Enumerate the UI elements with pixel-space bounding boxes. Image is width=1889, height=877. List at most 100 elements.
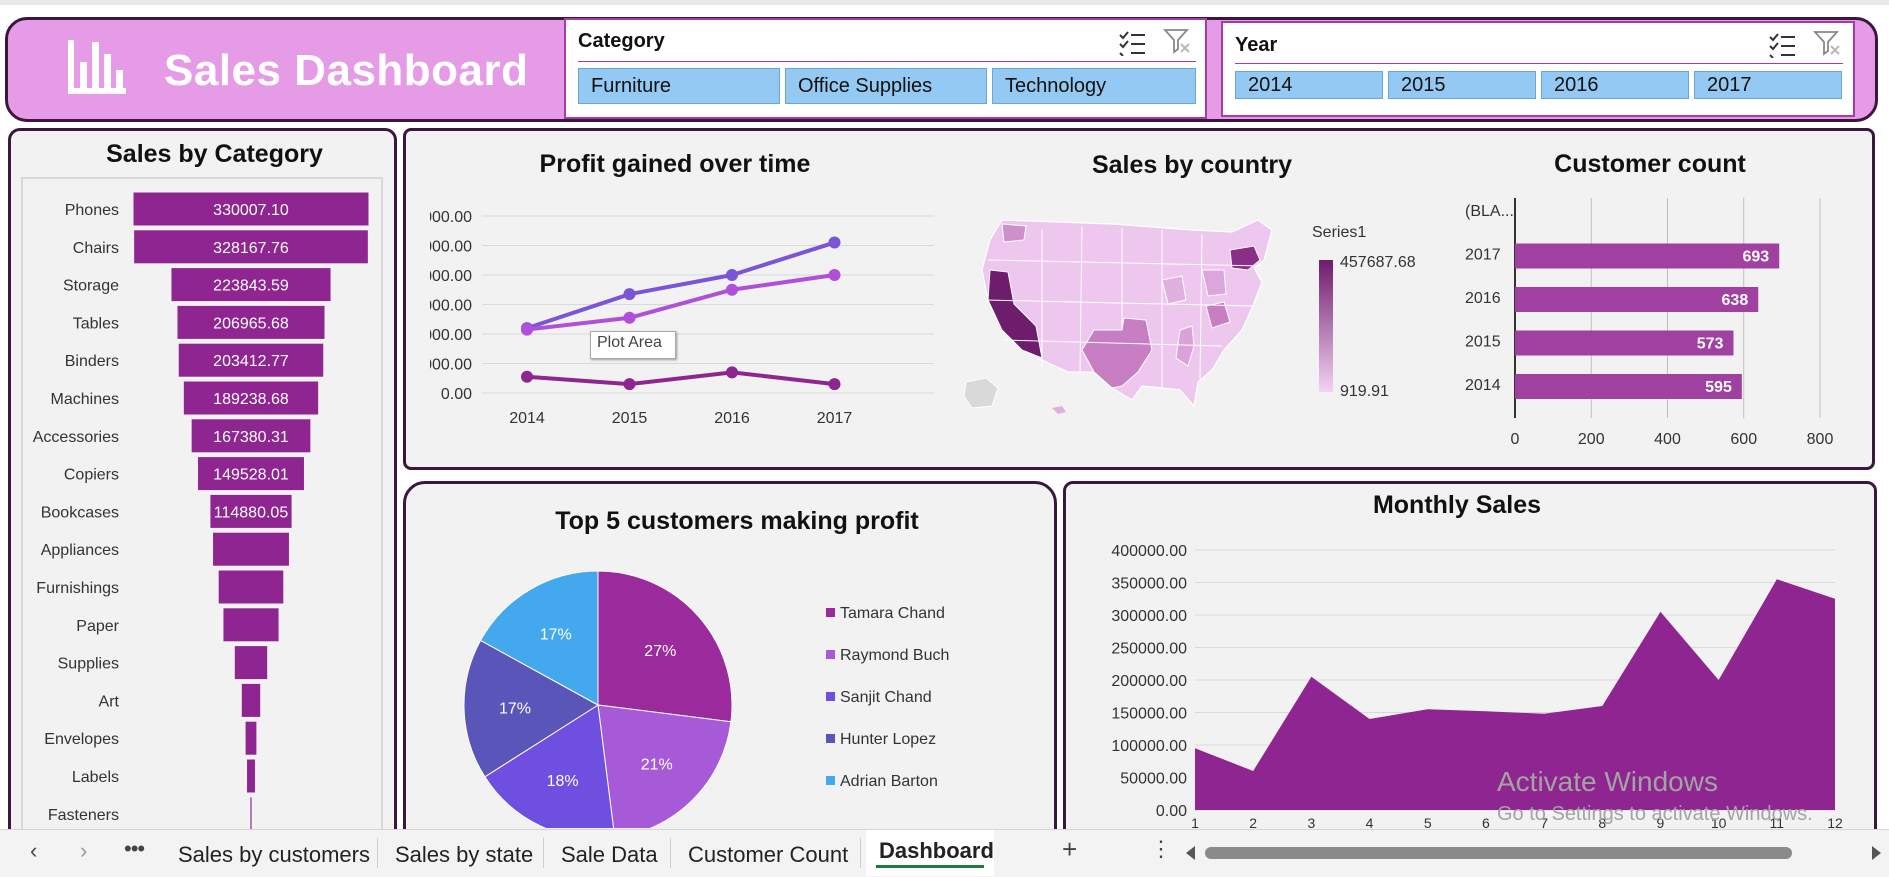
funnel-category-label: Binders xyxy=(65,353,119,370)
tab-customer-count[interactable]: Customer Count xyxy=(688,842,848,868)
tab-sale-data[interactable]: Sale Data xyxy=(561,842,658,868)
pie-legend-swatch xyxy=(826,776,835,785)
category-slicer-title: Category xyxy=(578,30,665,52)
cc-category-label: 2016 xyxy=(1465,290,1501,307)
year-slicer: Year 2014 2015 2016 2017 xyxy=(1221,21,1855,117)
funnel-category-label: Chairs xyxy=(73,240,119,257)
slicer-divider xyxy=(578,61,1196,62)
line-ytick-label: 10000.00 xyxy=(430,357,472,374)
pie-legend-label: Hunter Lopez xyxy=(840,731,936,748)
clear-filter-icon[interactable] xyxy=(1163,28,1191,54)
cc-category-label: 2017 xyxy=(1465,247,1501,264)
line-point xyxy=(726,269,738,281)
pie-legend-swatch xyxy=(826,608,835,617)
tab-dashboard[interactable]: Dashboard xyxy=(879,838,994,864)
funnel-value-label: 114880.05 xyxy=(214,504,289,521)
line-xtick-label: 2015 xyxy=(612,410,648,427)
area-xtick-label: 6 xyxy=(1482,815,1490,830)
slicer-item-office-supplies[interactable]: Office Supplies xyxy=(785,68,987,104)
area-xtick-label: 1 xyxy=(1191,815,1199,830)
scroll-right-icon[interactable]: › xyxy=(80,838,87,864)
slicer-item-2015[interactable]: 2015 xyxy=(1388,71,1536,99)
slicer-item-2014[interactable]: 2014 xyxy=(1235,71,1383,99)
tab-sales-by-customers[interactable]: Sales by customers xyxy=(178,842,370,868)
year-slicer-title: Year xyxy=(1235,34,1278,56)
area-ytick-label: 0.00 xyxy=(1156,803,1187,820)
tab-separator xyxy=(860,838,861,868)
map-legend-min: 919.91 xyxy=(1340,383,1389,400)
line-ytick-label: 50000.00 xyxy=(430,239,472,256)
cc-value-label: 573 xyxy=(1697,336,1724,353)
slicer-item-2017[interactable]: 2017 xyxy=(1694,71,1842,99)
funnel-category-label: Envelopes xyxy=(44,731,119,748)
map-legend-gradient xyxy=(1319,260,1333,392)
line-xtick-label: 2017 xyxy=(817,410,853,427)
line-point xyxy=(828,378,841,391)
map-legend-title: Series1 xyxy=(1312,224,1367,241)
funnel-category-label: Furnishings xyxy=(36,580,119,597)
area-xtick-label: 5 xyxy=(1424,815,1432,830)
monthly-sales-area-chart: 400000.00350000.00300000.00250000.002000… xyxy=(1111,543,1843,830)
plot-area-tooltip: Plot Area xyxy=(590,331,676,359)
line-ytick-label: 30000.00 xyxy=(430,298,472,315)
line-point xyxy=(726,283,738,296)
tab-sales-by-state[interactable]: Sales by state xyxy=(395,842,533,868)
add-sheet-icon[interactable]: + xyxy=(1062,834,1077,865)
funnel-value-label: 206965.68 xyxy=(213,315,289,332)
funnel-bar xyxy=(249,796,253,830)
funnel-value-label: 149528.01 xyxy=(213,467,289,484)
clear-filter-icon[interactable] xyxy=(1813,30,1841,56)
hscroll-right-icon[interactable] xyxy=(1872,846,1881,860)
pie-legend-label: Raymond Buch xyxy=(840,647,949,664)
line-ytick-label: 60000.00 xyxy=(430,209,472,226)
funnel-value-label: 203412.77 xyxy=(213,353,289,370)
area-ytick-label: 250000.00 xyxy=(1111,641,1187,658)
multi-select-icon[interactable] xyxy=(1118,30,1146,56)
line-point xyxy=(521,370,533,383)
map-legend-max: 457687.68 xyxy=(1340,254,1416,271)
funnel-category-label: Labels xyxy=(72,769,119,786)
funnel-category-label: Storage xyxy=(63,278,119,295)
pie-pct-label: 17% xyxy=(499,701,531,718)
pie-pct-label: 27% xyxy=(644,643,676,660)
active-tab-underline xyxy=(876,865,984,868)
slicer-item-furniture[interactable]: Furniture xyxy=(578,68,780,104)
area-ytick-label: 400000.00 xyxy=(1111,543,1187,560)
line-series xyxy=(526,370,835,387)
area-ytick-label: 200000.00 xyxy=(1111,673,1187,690)
funnel-bar xyxy=(212,531,290,567)
sales-by-category-chart: Phones 330007.10 Chairs 328167.76 Storage 223… xyxy=(33,191,370,830)
tab-separator xyxy=(543,838,544,868)
funnel-category-label: Supplies xyxy=(58,656,119,673)
area-xtick-label: 3 xyxy=(1307,815,1315,830)
top5-customers-title: Top 5 customers making profit xyxy=(555,507,919,535)
multi-select-icon[interactable] xyxy=(1768,32,1796,58)
monthly-sales-title: Monthly Sales xyxy=(1372,491,1542,519)
funnel-category-label: Phones xyxy=(65,202,119,219)
activate-windows-watermark: Activate Windows xyxy=(1497,766,1718,797)
funnel-value-label: 330007.10 xyxy=(213,202,289,219)
horizontal-scrollbar-thumb[interactable] xyxy=(1205,847,1792,859)
funnel-bar xyxy=(222,607,280,643)
area-ytick-label: 100000.00 xyxy=(1111,738,1187,755)
more-sheets-icon[interactable]: ••• xyxy=(124,836,145,862)
hscroll-left-icon[interactable] xyxy=(1186,846,1195,860)
cc-xtick-label: 600 xyxy=(1730,431,1757,448)
scroll-left-icon[interactable]: ‹ xyxy=(30,838,37,864)
area-ytick-label: 50000.00 xyxy=(1120,771,1187,788)
pie-legend-label: Tamara Chand xyxy=(840,605,945,622)
area-xtick-label: 12 xyxy=(1827,815,1843,830)
slicer-item-2016[interactable]: 2016 xyxy=(1541,71,1689,99)
funnel-category-label: Art xyxy=(99,693,120,710)
funnel-category-label: Tables xyxy=(73,315,119,332)
funnel-category-label: Fasteners xyxy=(48,807,119,824)
cc-value-label: 595 xyxy=(1705,379,1732,396)
funnel-value-label: 223843.59 xyxy=(213,278,289,295)
funnel-category-label: Accessories xyxy=(33,429,119,446)
profit-chart-title: Profit gained over time xyxy=(539,150,811,178)
cc-xtick-label: 400 xyxy=(1654,431,1681,448)
line-point xyxy=(828,236,841,249)
line-point xyxy=(828,269,841,281)
slicer-item-technology[interactable]: Technology xyxy=(992,68,1196,104)
tab-options-icon[interactable]: ⋮ xyxy=(1150,836,1172,862)
